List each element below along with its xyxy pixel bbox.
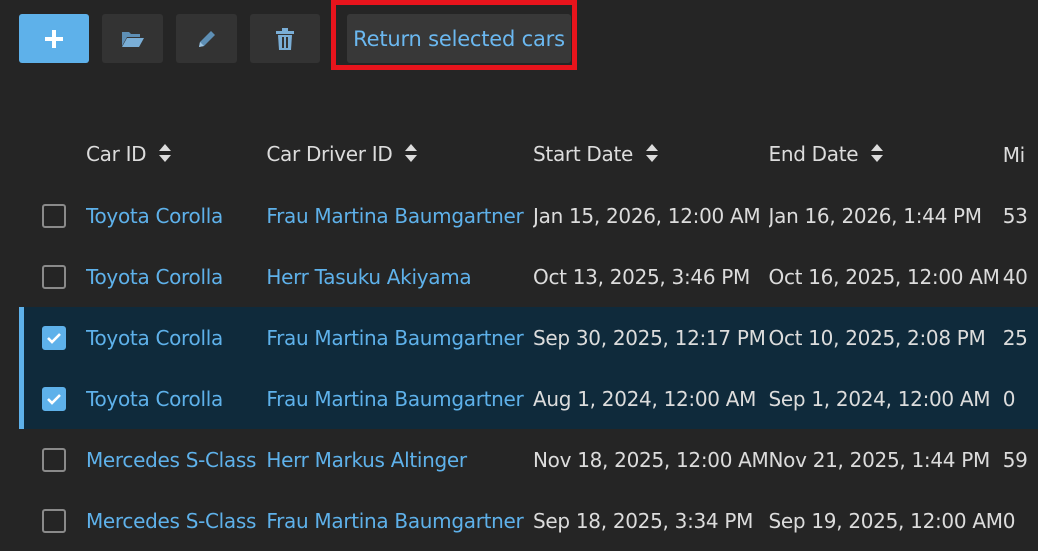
car-link[interactable]: Mercedes S-Class [86,429,266,490]
open-button[interactable] [102,14,163,63]
pencil-icon [198,30,215,47]
sort-icon[interactable] [645,143,659,168]
column-header-car-driver-id[interactable]: Car Driver ID [266,124,533,185]
plus-icon [45,29,63,48]
mi-cell: 25 [1002,307,1038,368]
driver-link[interactable]: Frau Martina Baumgartner [266,368,534,429]
end-date-cell: Nov 21, 2025, 1:44 PM [768,447,991,472]
table-row[interactable]: Toyota Corolla Herr Tasuku Akiyama Oct 1… [19,246,1038,307]
row-checkbox-checked[interactable] [42,386,66,411]
end-date-cell: Oct 10, 2025, 2:08 PM [768,307,1003,368]
start-date-cell: Oct 13, 2025, 3:46 PM [533,264,751,289]
start-date-cell: Nov 18, 2025, 12:00 AM [533,447,769,472]
sort-icon[interactable] [158,143,172,168]
delete-button[interactable] [250,14,320,63]
mi-cell: 40 [1002,264,1028,289]
driver-link[interactable]: Frau Martina Baumgartner [266,307,534,368]
car-link[interactable]: Toyota Corolla [86,246,266,307]
trash-icon [276,27,294,50]
checkmark-icon [47,393,61,405]
row-select-cell [19,429,86,490]
toolbar: Return selected cars [19,14,1019,63]
table-row-selected[interactable]: Toyota Corolla Frau Martina Baumgartner … [19,368,1038,429]
start-date-cell: Jan 15, 2026, 12:00 AM [533,203,761,228]
column-header-end-date[interactable]: End Date [769,124,1003,185]
driver-link[interactable]: Frau Martina Baumgartner [266,490,533,551]
folder-open-icon [121,31,144,47]
column-header-car-id[interactable]: Car ID [86,124,266,185]
car-link[interactable]: Toyota Corolla [85,368,267,429]
driver-link[interactable]: Herr Markus Altinger [266,429,533,490]
table-row[interactable]: Mercedes S-Class Frau Martina Baumgartne… [19,490,1038,551]
table-header-row: Car ID Car Driver ID Start Date End Date… [19,124,1038,185]
end-date-cell: Sep 1, 2024, 12:00 AM [768,368,1003,429]
column-header-start-date[interactable]: Start Date [533,124,769,185]
mi-cell: 59 [1002,447,1028,472]
return-selected-cars-button[interactable]: Return selected cars [347,14,571,63]
start-date-cell: Aug 1, 2024, 12:00 AM [533,368,769,429]
select-column-header [19,124,86,185]
start-date-cell: Sep 18, 2025, 3:34 PM [533,508,754,533]
row-checkbox[interactable] [42,447,66,472]
add-button[interactable] [19,14,89,63]
sort-icon[interactable] [870,143,884,168]
row-select-cell [19,307,86,368]
table-row[interactable]: Mercedes S-Class Herr Markus Altinger No… [19,429,1038,490]
car-link[interactable]: Toyota Corolla [85,307,267,368]
sort-icon[interactable] [404,143,418,168]
driver-link[interactable]: Frau Martina Baumgartner [266,185,533,246]
table-row-selected[interactable]: Toyota Corolla Frau Martina Baumgartner … [19,307,1038,368]
row-select-cell [19,185,86,246]
driver-link[interactable]: Herr Tasuku Akiyama [266,246,533,307]
mi-cell: 53 [1002,203,1028,228]
row-select-cell [19,246,86,307]
row-select-cell [19,490,86,551]
end-date-cell: Jan 16, 2026, 1:44 PM [768,203,983,228]
end-date-cell: Sep 19, 2025, 12:00 AM [768,508,1003,533]
end-date-cell: Oct 16, 2025, 12:00 AM [768,264,1000,289]
car-link[interactable]: Mercedes S-Class [86,490,266,551]
column-header-mi[interactable]: Mi [1003,124,1038,185]
mi-cell: 0 [1002,508,1016,533]
table-row[interactable]: Toyota Corolla Frau Martina Baumgartner … [19,185,1038,246]
row-checkbox[interactable] [42,264,66,289]
row-checkbox-checked[interactable] [42,325,66,350]
car-link[interactable]: Toyota Corolla [86,185,266,246]
checkmark-icon [47,332,61,344]
mi-cell: 0 [1002,368,1038,429]
edit-button[interactable] [176,14,237,63]
start-date-cell: Sep 30, 2025, 12:17 PM [533,307,769,368]
row-select-cell [19,368,86,429]
row-checkbox[interactable] [42,203,66,228]
rentals-table: Car ID Car Driver ID Start Date End Date… [19,124,1038,551]
